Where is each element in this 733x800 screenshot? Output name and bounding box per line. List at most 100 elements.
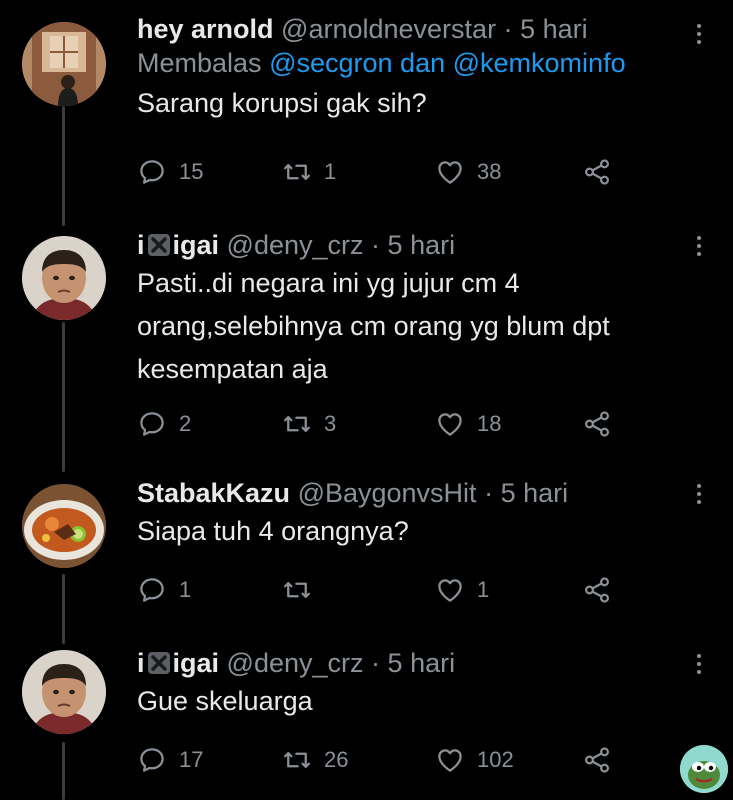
display-name-part: igai xyxy=(172,230,220,260)
separator-dot: · xyxy=(484,478,494,508)
reply-button[interactable]: 1 xyxy=(137,570,191,610)
floating-account-avatar[interactable] xyxy=(680,745,728,793)
timestamp[interactable]: 5 hari xyxy=(520,14,588,44)
more-vertical-icon[interactable] xyxy=(689,232,709,262)
pepe-avatar-icon xyxy=(680,745,728,793)
like-button[interactable]: 18 xyxy=(435,404,501,444)
cross-emoji-icon xyxy=(147,233,171,257)
avatar-image xyxy=(22,650,106,734)
tweet-text: Siapa tuh 4 orangnya? xyxy=(137,516,409,546)
username[interactable]: @arnoldneverstar xyxy=(281,14,496,44)
display-name-part: igai xyxy=(172,648,220,678)
avatar[interactable] xyxy=(22,484,106,568)
share-button[interactable] xyxy=(582,740,624,780)
tweet-actions: 17 26 102 xyxy=(137,740,617,780)
retweet-icon xyxy=(282,575,312,605)
retweet-button[interactable]: 1 xyxy=(282,152,336,192)
tweet-header: StabakKazu @BaygonvsHit · 5 hari xyxy=(137,476,693,510)
replying-to-label: Membalas xyxy=(137,48,262,78)
heart-icon xyxy=(435,409,465,439)
retweet-button[interactable]: 26 xyxy=(282,740,348,780)
reply-count: 2 xyxy=(179,411,192,436)
more-vertical-icon[interactable] xyxy=(689,480,709,510)
tweet[interactable]: StabakKazu @BaygonvsHit · 5 hari Siapa t… xyxy=(0,470,733,630)
like-button[interactable]: 1 xyxy=(435,570,489,610)
tweet-actions: 15 1 38 xyxy=(137,152,617,192)
comment-icon xyxy=(137,409,167,439)
share-button[interactable] xyxy=(582,404,624,444)
username[interactable]: @deny_crz xyxy=(227,230,364,260)
display-name-part: i xyxy=(137,648,145,678)
tweet-text-line: Pasti..di negara ini yg jujur cm 4 xyxy=(137,268,520,298)
avatar[interactable] xyxy=(22,236,106,320)
share-icon xyxy=(582,409,612,439)
display-name-part: i xyxy=(137,230,145,260)
more-vertical-icon[interactable] xyxy=(689,650,709,680)
tweet-text: Sarang korupsi gak sih? xyxy=(137,88,427,118)
retweet-count: 26 xyxy=(324,747,349,772)
comment-icon xyxy=(137,745,167,775)
tweet-actions: 1 1 xyxy=(137,570,617,610)
reply-button[interactable]: 2 xyxy=(137,404,191,444)
share-icon xyxy=(582,575,612,605)
timestamp[interactable]: 5 hari xyxy=(388,648,456,678)
display-name[interactable]: StabakKazu xyxy=(137,478,290,508)
tweet-text: Pasti..di negara ini yg jujur cm 4 orang… xyxy=(137,262,693,391)
avatar-image xyxy=(22,236,106,320)
reply-count: 15 xyxy=(179,159,204,184)
share-button[interactable] xyxy=(582,570,624,610)
avatar-image xyxy=(22,484,106,568)
retweet-count: 3 xyxy=(324,411,337,436)
tweet-text: Gue skeluarga xyxy=(137,686,313,716)
tweet-header: i igai @deny_crz · 5 hari xyxy=(137,646,693,680)
tweet-text-line: orang,selebihnya cm orang yg blum dpt xyxy=(137,311,610,341)
comment-icon xyxy=(137,157,167,187)
tweet[interactable]: i igai @deny_crz · 5 hari Pasti..di negar… xyxy=(0,220,733,460)
separator-dot: · xyxy=(371,648,381,678)
separator-dot: · xyxy=(503,14,513,44)
like-count: 1 xyxy=(477,577,490,602)
tweet-actions: 2 3 18 xyxy=(137,404,617,444)
tweet[interactable]: i igai @deny_crz · 5 hari Gue skeluarga 1… xyxy=(0,640,733,800)
like-button[interactable]: 38 xyxy=(435,152,501,192)
avatar[interactable] xyxy=(22,22,106,106)
mention-link[interactable]: @kemkominfo xyxy=(453,48,626,78)
heart-icon xyxy=(435,157,465,187)
username[interactable]: @BaygonvsHit xyxy=(298,478,477,508)
display-name[interactable]: hey arnold xyxy=(137,14,274,44)
mention-link[interactable]: @secgron xyxy=(269,48,392,78)
cross-emoji-icon xyxy=(147,651,171,675)
retweet-count: 1 xyxy=(324,159,337,184)
replying-to: Membalas @secgron dan @kemkominfo xyxy=(137,46,693,80)
reply-count: 1 xyxy=(179,577,192,602)
timestamp[interactable]: 5 hari xyxy=(501,478,569,508)
share-icon xyxy=(582,745,612,775)
retweet-button[interactable]: 3 xyxy=(282,404,336,444)
display-name[interactable]: i igai xyxy=(137,648,219,678)
tweet-header: i igai @deny_crz · 5 hari xyxy=(137,228,693,262)
tweet[interactable]: hey arnold @arnoldneverstar · 5 hari Mem… xyxy=(0,0,733,200)
share-icon xyxy=(582,157,612,187)
share-button[interactable] xyxy=(582,152,624,192)
reply-button[interactable]: 15 xyxy=(137,152,203,192)
like-count: 38 xyxy=(477,159,502,184)
heart-icon xyxy=(435,745,465,775)
comment-icon xyxy=(137,575,167,605)
timestamp[interactable]: 5 hari xyxy=(388,230,456,260)
reply-count: 17 xyxy=(179,747,204,772)
retweet-icon xyxy=(282,157,312,187)
replying-to-and: dan xyxy=(400,48,446,78)
avatar-image xyxy=(22,22,106,106)
heart-icon xyxy=(435,575,465,605)
tweet-header: hey arnold @arnoldneverstar · 5 hari xyxy=(137,12,693,46)
retweet-icon xyxy=(282,409,312,439)
tweet-text-line: kesempatan aja xyxy=(137,354,328,384)
reply-button[interactable]: 17 xyxy=(137,740,203,780)
display-name[interactable]: i igai xyxy=(137,230,219,260)
more-vertical-icon[interactable] xyxy=(689,20,709,50)
retweet-button[interactable] xyxy=(282,570,324,610)
avatar[interactable] xyxy=(22,650,106,734)
like-button[interactable]: 102 xyxy=(435,740,514,780)
username[interactable]: @deny_crz xyxy=(227,648,364,678)
retweet-icon xyxy=(282,745,312,775)
